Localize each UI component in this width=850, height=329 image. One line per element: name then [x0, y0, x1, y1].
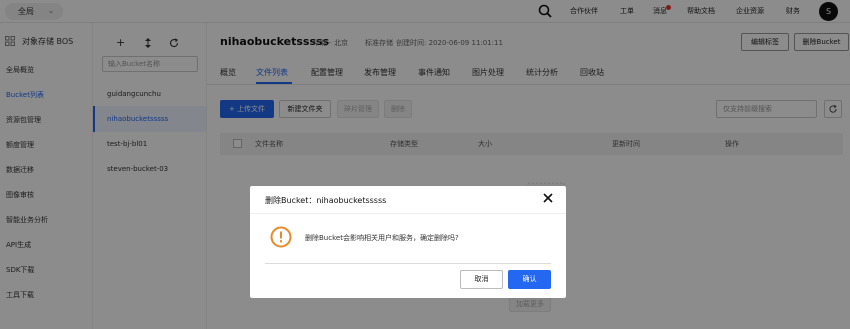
- close-icon[interactable]: [543, 193, 553, 203]
- dialog-footer-divider: [265, 263, 551, 264]
- dialog-header-divider: [250, 213, 566, 214]
- dialog-title: 删除Bucket：nihaobucketsssss: [265, 196, 387, 205]
- dialog-message: 删除Bucket会影响相关用户和服务，确定删除吗?: [305, 234, 459, 242]
- delete-bucket-dialog: 删除Bucket：nihaobucketsssss 删除Bucket会影响相关用…: [250, 186, 566, 298]
- confirm-button[interactable]: 确认: [508, 270, 551, 289]
- warning-icon: [270, 226, 292, 248]
- cancel-button[interactable]: 取消: [460, 270, 503, 289]
